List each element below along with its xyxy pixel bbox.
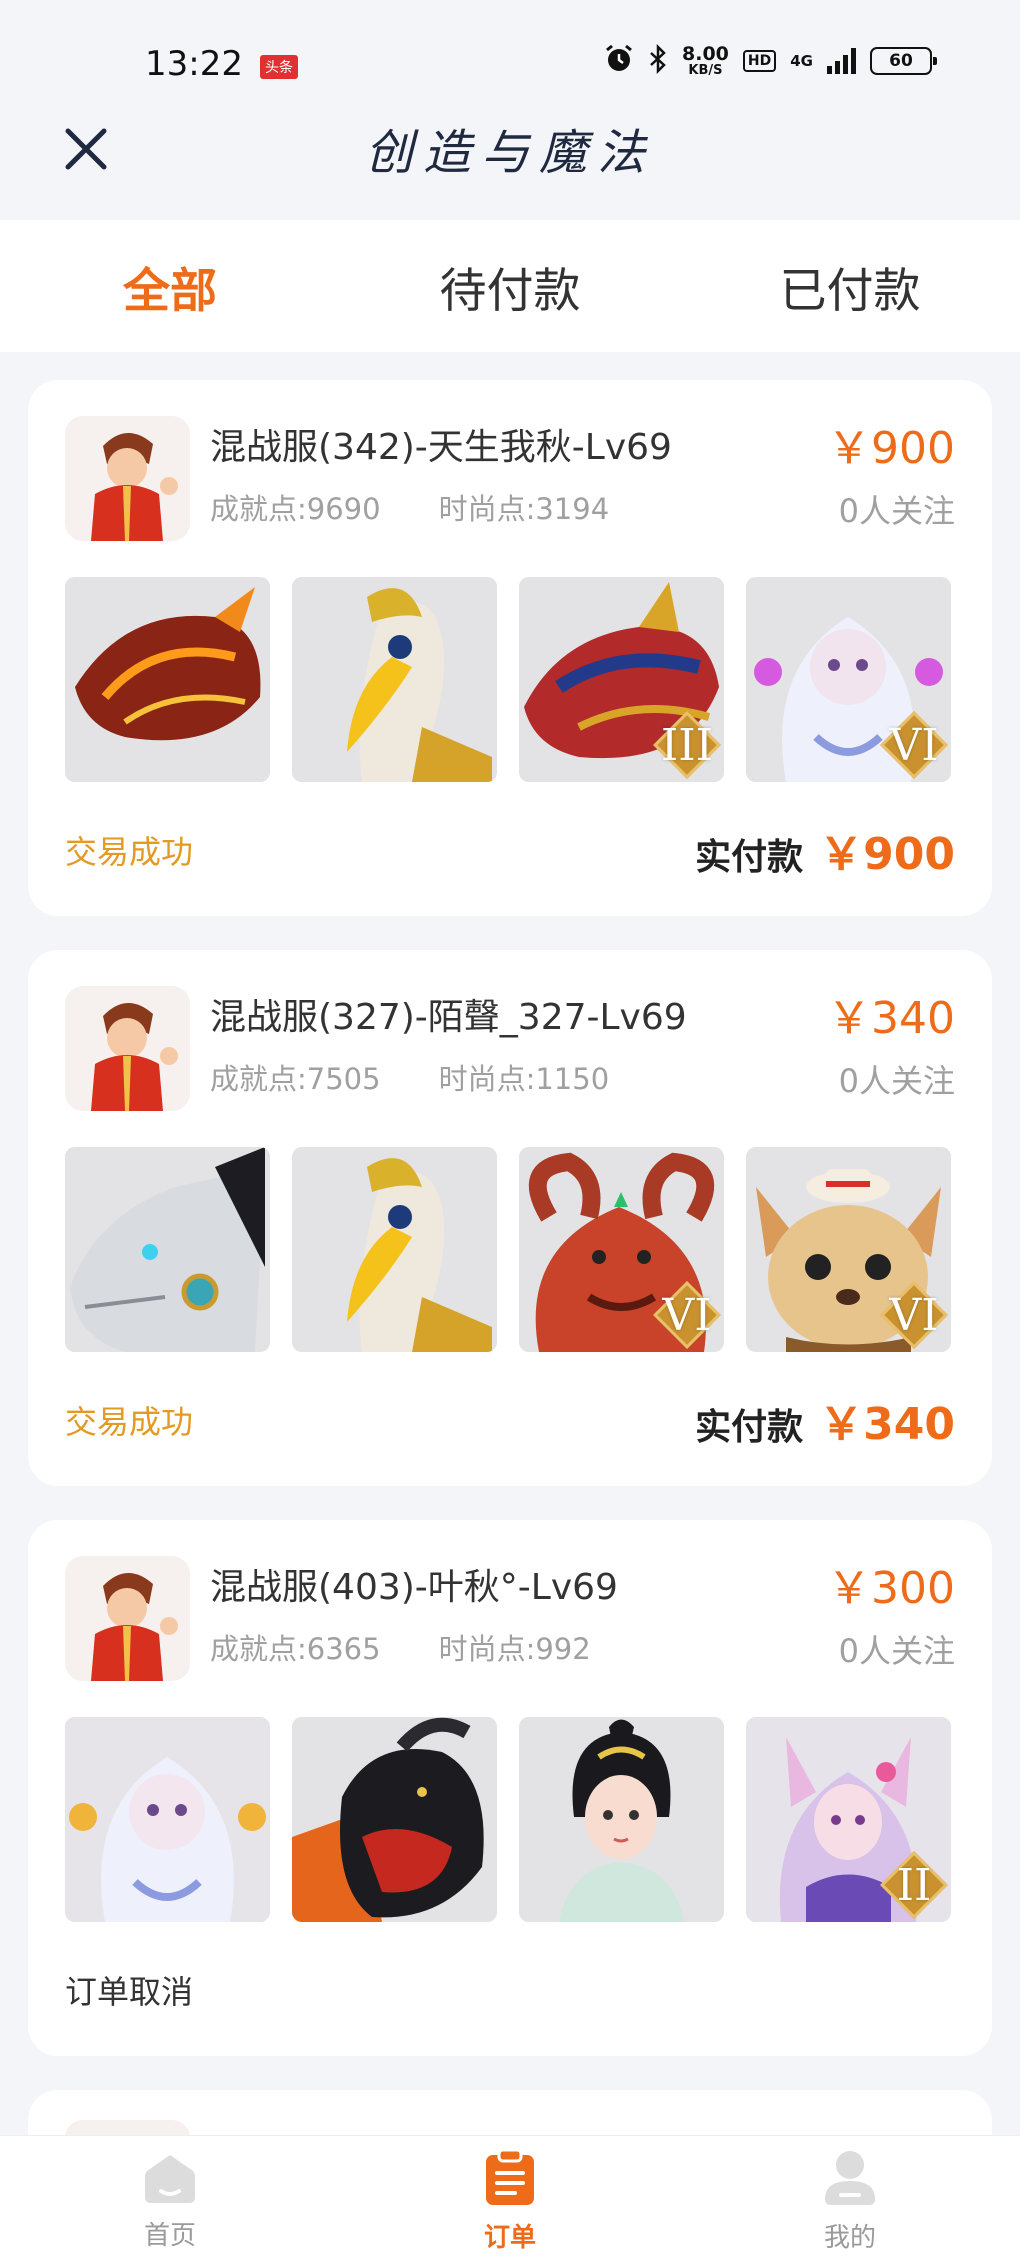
status-icons: 8.00 KB/S HD 4G 60 [604,43,937,78]
bluetooth-icon [648,43,668,78]
listing-price: ￥300 [827,1563,955,1614]
order-list: 混战服(342)-天生我秋-Lv69 成就点:9690 时尚点:3194 ￥90… [28,380,992,2170]
paid-label: 实付款 [695,837,804,878]
order-card[interactable]: 混战服(342)-天生我秋-Lv69 成就点:9690 时尚点:3194 ￥90… [28,380,992,916]
tier-badge: III [653,711,721,779]
ram-demon-mount-icon[interactable]: VI [519,1147,724,1352]
lava-dragon-mount-icon[interactable] [65,577,270,782]
nav-profile[interactable]: 我的 [680,2136,1020,2267]
header-bar: 创造与魔法 [0,105,1020,220]
fashion-points: 时尚点:3194 [438,492,610,526]
signal-icon [827,48,856,74]
follower-count: 0人关注 [838,1632,955,1670]
alarm-icon [604,44,634,78]
paid-label: 实付款 [695,1407,804,1448]
hornbill-mount-icon[interactable] [292,577,497,782]
listing-price: ￥900 [827,423,955,474]
hamster-pet-icon[interactable]: VI [746,1147,951,1352]
achievement-points: 成就点:9690 [210,492,381,526]
order-status: 交易成功 [65,1403,194,1441]
bottom-navigation: 首页 订单 我的 [0,2135,1020,2267]
order-icon [483,2148,537,2211]
spirit-girl-pet-icon[interactable] [65,1717,270,1922]
paid-amount: ￥900 [819,829,955,880]
order-card[interactable]: 混战服(327)-陌聲_327-Lv69 成就点:7505 时尚点:1150 ￥… [28,950,992,1486]
tier-badge: VI [880,711,948,779]
character-name: 混战服(342)-天生我秋-Lv69 [210,427,672,468]
fashion-points: 时尚点:1150 [438,1062,610,1096]
hd-icon: HD [742,50,777,72]
mech-wolf-mount-icon[interactable] [65,1147,270,1352]
order-tabs: 全部 待付款 已付款 [0,220,1020,352]
toutiao-badge: 头条 [260,55,298,79]
achievement-points: 成就点:7505 [210,1062,381,1096]
black-goat-mount-icon[interactable] [292,1717,497,1922]
profile-icon [823,2149,877,2211]
spirit-girl-pet-icon[interactable]: VI [746,577,951,782]
network-type: 4G [790,52,813,70]
character-avatar [65,1556,190,1681]
network-speed: 8.00 KB/S [682,43,729,78]
tab-pending-payment[interactable]: 待付款 [340,220,680,352]
character-avatar [65,416,190,541]
dragon-mount-icon[interactable]: III [519,577,724,782]
status-time: 13:22 [145,44,243,84]
app-screen: 13:22 头条 8.00 KB/S HD 4G 60 创造与魔法 全部 待付款… [0,0,1020,2267]
tab-all[interactable]: 全部 [0,220,340,352]
nav-orders[interactable]: 订单 [340,2136,680,2267]
character-name: 混战服(327)-陌聲_327-Lv69 [210,997,687,1038]
character-name: 混战服(403)-叶秋°-Lv69 [210,1567,618,1608]
order-card[interactable]: 混战服(403)-叶秋°-Lv69 成就点:6365 时尚点:992 ￥300 … [28,1520,992,2056]
nav-home[interactable]: 首页 [0,2136,340,2267]
order-status: 订单取消 [65,1973,194,2011]
status-bar: 13:22 头条 8.00 KB/S HD 4G 60 [0,0,1020,120]
listing-price: ￥340 [827,993,955,1044]
fashion-points: 时尚点:992 [438,1632,591,1666]
page-title: 创造与魔法 [364,125,655,181]
hornbill-mount-icon[interactable] [292,1147,497,1352]
tier-badge: VI [880,1281,948,1349]
fox-girl-pet-icon[interactable]: II [746,1717,951,1922]
princess-pet-icon[interactable] [519,1717,724,1922]
follower-count: 0人关注 [838,492,955,530]
tier-badge: II [880,1851,948,1919]
tier-badge: VI [653,1281,721,1349]
battery-icon: 60 [870,47,937,75]
home-icon [143,2151,197,2209]
order-status: 交易成功 [65,833,194,871]
achievement-points: 成就点:6365 [210,1632,381,1666]
paid-amount: ￥340 [819,1399,955,1450]
tab-paid[interactable]: 已付款 [680,220,1020,352]
character-avatar [65,986,190,1111]
follower-count: 0人关注 [838,1062,955,1100]
